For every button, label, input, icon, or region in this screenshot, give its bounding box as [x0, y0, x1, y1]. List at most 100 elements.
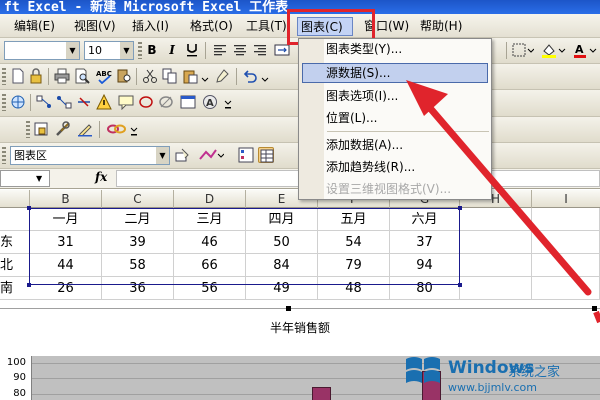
region-label-north[interactable]: 北	[0, 254, 30, 277]
data-cell[interactable]: 48	[318, 277, 390, 300]
chart-objects-combo[interactable]: 图表区 ▼	[10, 146, 170, 165]
month-header-cell[interactable]: 六月	[390, 208, 460, 231]
comment-icon[interactable]	[118, 94, 134, 111]
empty-cell[interactable]	[532, 277, 600, 300]
data-cell[interactable]: 31	[30, 231, 102, 254]
chart-resize-handle[interactable]	[286, 306, 291, 311]
menu-format[interactable]: 格式(O)	[190, 17, 233, 36]
empty-cell[interactable]	[532, 208, 600, 231]
menu-tools[interactable]: 工具(T)	[246, 17, 287, 36]
cut-icon[interactable]	[142, 68, 158, 84]
chevron-down-icon[interactable]: ▼	[36, 174, 42, 183]
clear-circles-icon[interactable]	[158, 94, 174, 110]
circle-invalid-icon[interactable]	[138, 94, 154, 110]
toolbar-grip[interactable]	[2, 147, 6, 164]
spelling-icon[interactable]: ABC	[96, 68, 112, 85]
remove-arrows-icon[interactable]	[76, 94, 92, 110]
data-cell[interactable]: 80	[390, 277, 460, 300]
research-icon[interactable]	[116, 68, 132, 84]
font-name-combo[interactable]: ▼	[4, 41, 80, 60]
italic-button[interactable]: I	[163, 42, 181, 59]
menu-item-chart-options[interactable]: 图表选项(I)...	[326, 86, 398, 106]
show-watch-window-icon[interactable]	[180, 94, 196, 110]
data-cell[interactable]: 56	[174, 277, 246, 300]
trace-precedents-icon[interactable]	[36, 94, 52, 110]
menu-insert[interactable]: 插入(I)	[132, 17, 169, 36]
toolbar-grip[interactable]	[2, 68, 6, 85]
evaluate-formula-icon[interactable]: A	[202, 94, 218, 110]
toolbar-grip[interactable]	[138, 42, 142, 59]
tools-icon[interactable]	[55, 121, 71, 137]
toolbar-grip[interactable]	[26, 121, 30, 138]
menu-edit[interactable]: 编辑(E)	[14, 17, 55, 36]
menu-view[interactable]: 视图(V)	[74, 17, 116, 36]
toolbar-options-icon[interactable]	[224, 99, 232, 115]
chevron-down-icon[interactable]: ▼	[156, 147, 169, 164]
empty-cell[interactable]	[532, 254, 600, 277]
legend-icon[interactable]	[238, 147, 254, 163]
format-chart-area-icon[interactable]	[174, 147, 190, 163]
chart-type-icon[interactable]	[198, 147, 225, 163]
data-cell[interactable]: 39	[102, 231, 174, 254]
permission-icon[interactable]	[28, 68, 44, 84]
name-box[interactable]	[0, 170, 50, 187]
month-header-cell[interactable]: 四月	[246, 208, 318, 231]
empty-cell[interactable]	[460, 208, 532, 231]
chevron-down-icon[interactable]: ▼	[66, 42, 79, 59]
data-cell[interactable]: 94	[390, 254, 460, 277]
menu-item-chart-type[interactable]: 图表类型(Y)...	[326, 39, 402, 59]
toolbar-options-icon[interactable]	[130, 126, 138, 142]
undo-icon[interactable]	[242, 68, 258, 84]
chevron-down-icon[interactable]	[260, 73, 270, 89]
align-left-icon[interactable]	[212, 42, 228, 58]
data-cell[interactable]: 37	[390, 231, 460, 254]
chart-title[interactable]: 半年销售额	[250, 319, 350, 336]
align-right-icon[interactable]	[252, 42, 268, 58]
fill-color-icon[interactable]	[540, 42, 566, 58]
month-header-cell[interactable]: 五月	[318, 208, 390, 231]
copy-icon[interactable]	[162, 68, 178, 84]
empty-cell[interactable]	[460, 254, 532, 277]
month-header-cell[interactable]: 一月	[30, 208, 102, 231]
format-painter-icon[interactable]	[214, 68, 230, 84]
insert-hyperlink-icon[interactable]	[10, 94, 26, 110]
edit-icon[interactable]	[77, 121, 93, 137]
chevron-down-icon[interactable]: ▼	[120, 42, 133, 59]
region-label-east[interactable]: 东	[0, 231, 30, 254]
column-header-c[interactable]: C	[102, 190, 174, 208]
new-file-icon[interactable]	[10, 68, 26, 84]
data-cell[interactable]: 36	[102, 277, 174, 300]
data-cell[interactable]: 50	[246, 231, 318, 254]
empty-cell[interactable]	[460, 277, 532, 300]
print-preview-icon[interactable]	[74, 68, 90, 84]
error-check-icon[interactable]	[96, 93, 112, 110]
font-size-combo[interactable]: 10 ▼	[84, 41, 134, 60]
data-cell[interactable]: 44	[30, 254, 102, 277]
menu-item-location[interactable]: 位置(L)...	[326, 108, 378, 128]
menu-help[interactable]: 帮助(H)	[420, 17, 462, 36]
underline-button[interactable]	[183, 42, 201, 59]
empty-cell[interactable]	[460, 231, 532, 254]
borders-icon[interactable]	[512, 42, 535, 58]
month-header-cell[interactable]: 二月	[102, 208, 174, 231]
data-cell[interactable]: 54	[318, 231, 390, 254]
font-color-icon[interactable]: A	[572, 42, 598, 58]
fx-icon[interactable]: fx	[95, 170, 107, 184]
data-table-icon[interactable]	[258, 147, 274, 163]
protect-sheet-icon[interactable]	[33, 121, 49, 137]
chevron-down-icon[interactable]	[200, 73, 210, 89]
column-header-i[interactable]: I	[532, 190, 600, 208]
chart-bar[interactable]	[312, 387, 331, 400]
select-all-corner[interactable]	[0, 190, 30, 208]
menu-item-add-trendline[interactable]: 添加趋势线(R)...	[326, 157, 415, 177]
toolbar-grip[interactable]	[2, 94, 6, 111]
print-icon[interactable]	[54, 68, 70, 84]
data-cell[interactable]: 84	[246, 254, 318, 277]
paste-icon[interactable]	[182, 68, 198, 84]
data-cell[interactable]: 46	[174, 231, 246, 254]
region-label-south[interactable]: 南	[0, 277, 30, 300]
align-center-icon[interactable]	[232, 42, 248, 58]
data-cell[interactable]: 66	[174, 254, 246, 277]
data-cell[interactable]: 26	[30, 277, 102, 300]
data-cell[interactable]: 58	[102, 254, 174, 277]
